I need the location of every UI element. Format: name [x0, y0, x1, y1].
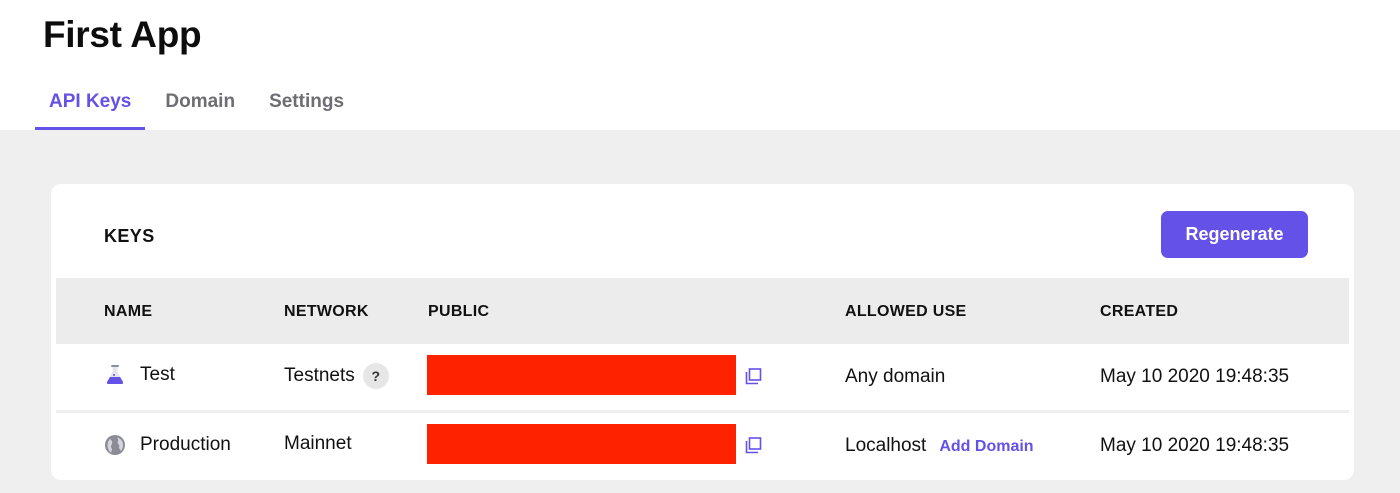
key-name-cell: Production: [104, 434, 231, 456]
tab-domain[interactable]: Domain: [151, 82, 249, 130]
column-header-allowed-use: ALLOWED USE: [845, 303, 967, 320]
copy-icon[interactable]: [745, 437, 762, 454]
created-timestamp: May 10 2020 19:48:35: [1100, 435, 1290, 456]
table-row: Production Mainnet Localhost Add Domain M…: [56, 413, 1349, 479]
tab-bar: API Keys Domain Settings: [35, 82, 358, 130]
column-header-created: CREATED: [1100, 303, 1179, 320]
regenerate-button[interactable]: Regenerate: [1161, 211, 1308, 258]
table-row: Test Testnets? Any domain May 10 2020 19…: [56, 344, 1349, 413]
key-name: Test: [140, 364, 175, 385]
network-value: Testnets: [284, 365, 355, 387]
redacted-public-key: [427, 424, 736, 464]
allowed-use: Localhost: [845, 435, 927, 456]
network-cell: Testnets?: [284, 363, 389, 389]
card-title: KEYS: [104, 226, 155, 246]
add-domain-link[interactable]: Add Domain: [939, 438, 1033, 455]
network-value: Mainnet: [284, 433, 352, 454]
created-timestamp: May 10 2020 19:48:35: [1100, 366, 1290, 387]
allowed-use-cell: Localhost Add Domain: [845, 435, 1034, 457]
key-name-cell: Test: [104, 364, 175, 386]
column-header-network: NETWORK: [284, 303, 369, 320]
redacted-public-key: [427, 355, 736, 395]
keys-card: KEYS Regenerate NAME NETWORK PUBLIC ALLO…: [51, 184, 1354, 480]
key-name: Production: [140, 434, 231, 455]
column-header-public: PUBLIC: [428, 303, 490, 320]
tab-settings[interactable]: Settings: [255, 82, 358, 130]
column-header-name: NAME: [104, 303, 153, 320]
globe-icon: [104, 434, 126, 456]
app-header: First App API Keys Domain Settings: [0, 0, 1400, 130]
table-header: NAME NETWORK PUBLIC ALLOWED USE CREATED: [56, 278, 1349, 344]
page-title: First App: [43, 14, 202, 55]
flask-icon: [104, 364, 126, 386]
copy-icon[interactable]: [745, 368, 762, 385]
tab-api-keys[interactable]: API Keys: [35, 82, 146, 130]
allowed-use: Any domain: [845, 366, 946, 387]
help-icon[interactable]: ?: [362, 363, 389, 389]
